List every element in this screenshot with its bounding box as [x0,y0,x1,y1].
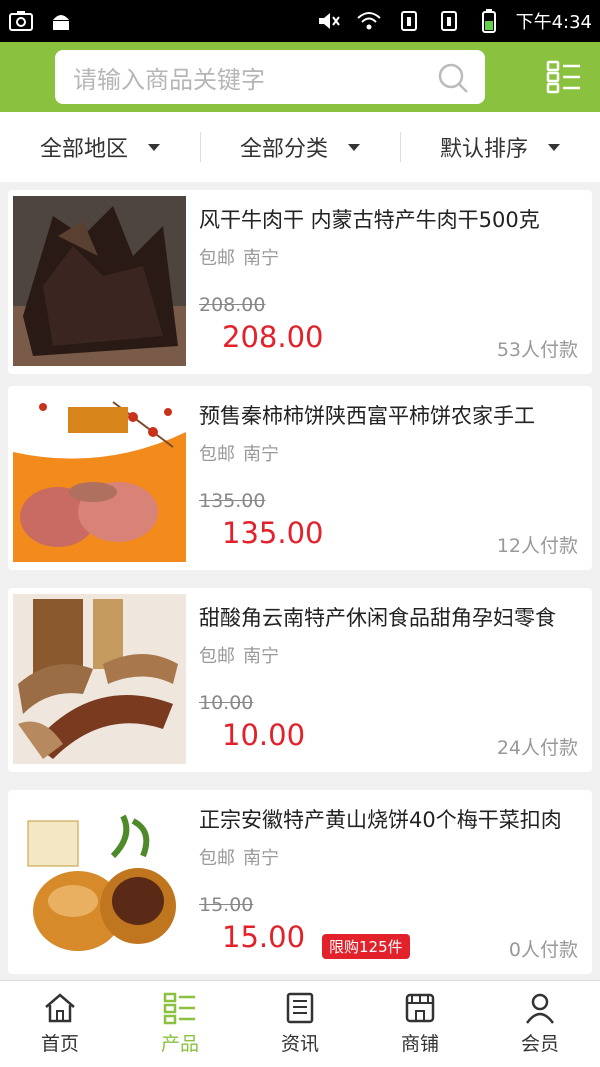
filter-region-label: 全部地区 [39,137,128,162]
product-image-tamarind[interactable] [13,594,186,764]
android-icon [48,10,74,32]
news-icon [286,992,314,1024]
product-card[interactable]: 预售秦柿柿饼陕西富平柿饼农家手工 包邮 南宁 135.00 135.00 12人付… [8,386,592,570]
current-price: 15.00 [222,920,306,954]
home-icon [45,993,75,1023]
product-title[interactable]: 风干牛肉干 内蒙古特产牛肉干500克 [199,204,579,234]
nav-member[interactable]: 会员 [480,981,600,1067]
battery-icon [476,9,502,33]
sim2-icon [436,10,462,32]
product-card[interactable]: 风干牛肉干 内蒙古特产牛肉干500克 包邮 南宁 208.00 208.00 53… [8,190,592,374]
shipping-label: 包邮 [199,248,235,269]
current-price: 135.00 [222,516,324,550]
search-placeholder: 请输入商品关键字 [73,65,265,94]
status-time: 下午4:34 [515,12,592,33]
screenshot-icon [8,10,34,32]
nav-store-label: 商铺 [400,1033,439,1055]
mute-icon [316,10,342,32]
product-meta: 包邮 南宁 [199,244,287,270]
shipping-label: 包邮 [199,848,235,869]
nav-products[interactable]: 产品 [120,981,240,1067]
location-label: 南宁 [243,646,279,667]
original-price: 208.00 [199,294,266,316]
caret-down-icon [148,143,160,151]
bottom-nav: 首页 产品 资讯 商铺 会员 [0,980,600,1067]
filter-sort-label: 默认排序 [439,137,528,162]
sold-count: 0人付款 [508,939,578,961]
product-card[interactable]: 正宗安徽特产黄山烧饼40个梅干菜扣肉 包邮 南宁 15.00 15.00 限购12… [8,790,592,974]
location-label: 南宁 [243,248,279,269]
nav-member-label: 会员 [520,1033,559,1055]
product-meta: 包邮 南宁 [199,440,287,466]
nav-home[interactable]: 首页 [0,981,120,1067]
search-input[interactable]: 请输入商品关键字 [55,50,485,104]
current-price: 10.00 [222,718,306,752]
product-card[interactable]: 甜酸角云南特产休闲食品甜角孕妇零食 包邮 南宁 10.00 10.00 24人付款 [8,588,592,772]
sold-count: 24人付款 [496,737,578,759]
filter-category-label: 全部分类 [239,137,328,162]
product-image-shaobing[interactable] [13,796,186,966]
search-icon[interactable] [437,62,469,94]
filter-bar: 全部地区 全部分类 默认排序 [0,112,600,182]
original-price: 135.00 [199,490,266,512]
purchase-limit-badge: 限购125件 [322,934,410,959]
shipping-label: 包邮 [199,444,235,465]
product-meta: 包邮 南宁 [199,844,287,870]
wifi-icon [356,10,382,32]
nav-news-label: 资讯 [280,1033,319,1055]
caret-down-icon [548,143,560,151]
product-image-beef-jerky[interactable] [13,196,186,366]
sold-count: 12人付款 [496,535,578,557]
product-title[interactable]: 正宗安徽特产黄山烧饼40个梅干菜扣肉 [199,804,579,834]
product-title[interactable]: 预售秦柿柿饼陕西富平柿饼农家手工 [199,400,579,430]
location-label: 南宁 [243,848,279,869]
caret-down-icon [348,143,360,151]
filter-sort[interactable]: 默认排序 [400,112,600,182]
nav-news[interactable]: 资讯 [240,981,360,1067]
current-price: 208.00 [222,320,324,354]
status-bar: 下午4:34 [0,0,600,42]
product-image-persimmon[interactable] [13,392,186,562]
nav-home-label: 首页 [40,1033,79,1055]
shipping-label: 包邮 [199,646,235,667]
store-icon [405,993,435,1023]
product-meta: 包邮 南宁 [199,642,287,668]
nav-store[interactable]: 商铺 [360,981,480,1067]
sim1-icon [396,10,422,32]
product-title[interactable]: 甜酸角云南特产休闲食品甜角孕妇零食 [199,602,579,632]
header: 请输入商品关键字 [0,42,600,112]
user-icon [525,993,555,1024]
nav-products-label: 产品 [160,1033,199,1055]
location-label: 南宁 [243,444,279,465]
grid-list-icon [163,992,195,1025]
original-price: 15.00 [199,894,254,916]
category-menu-icon[interactable] [546,59,582,95]
original-price: 10.00 [199,692,254,714]
sold-count: 53人付款 [496,339,578,361]
filter-category[interactable]: 全部分类 [200,112,400,182]
filter-region[interactable]: 全部地区 [0,112,200,182]
